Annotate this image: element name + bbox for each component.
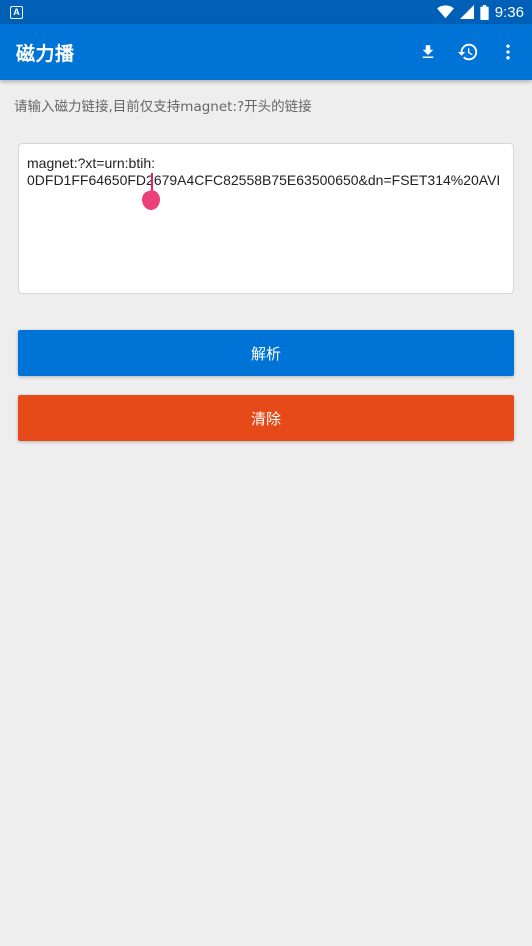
magnet-input-value: magnet:?xt=urn:btih: 0DFD1FF64650FD2679A… [27, 155, 501, 188]
text-cursor [151, 173, 153, 190]
battery-icon [480, 4, 489, 20]
input-hint: 请输入磁力链接,目前仅支持magnet:?开头的链接 [14, 99, 312, 115]
app-title: 磁力播 [16, 42, 75, 65]
parse-button[interactable]: 解析 [18, 330, 514, 376]
status-time: 9:36 [494, 3, 524, 21]
app-bar: 磁力播 [0, 24, 532, 80]
download-button[interactable] [408, 24, 448, 80]
download-icon [422, 45, 434, 58]
cursor-handle[interactable] [142, 190, 160, 210]
wifi-icon [436, 5, 454, 19]
magnet-input[interactable]: magnet:?xt=urn:btih: 0DFD1FF64650FD2679A… [18, 143, 514, 294]
status-bar: A 9:36 [0, 0, 532, 24]
notification-icon: A [10, 5, 23, 19]
signal-icon [459, 5, 474, 19]
history-button[interactable] [448, 24, 488, 80]
more-vert-icon [506, 44, 510, 60]
more-options-button[interactable] [488, 24, 528, 80]
history-icon [457, 43, 478, 61]
clear-button[interactable]: 清除 [18, 395, 514, 441]
